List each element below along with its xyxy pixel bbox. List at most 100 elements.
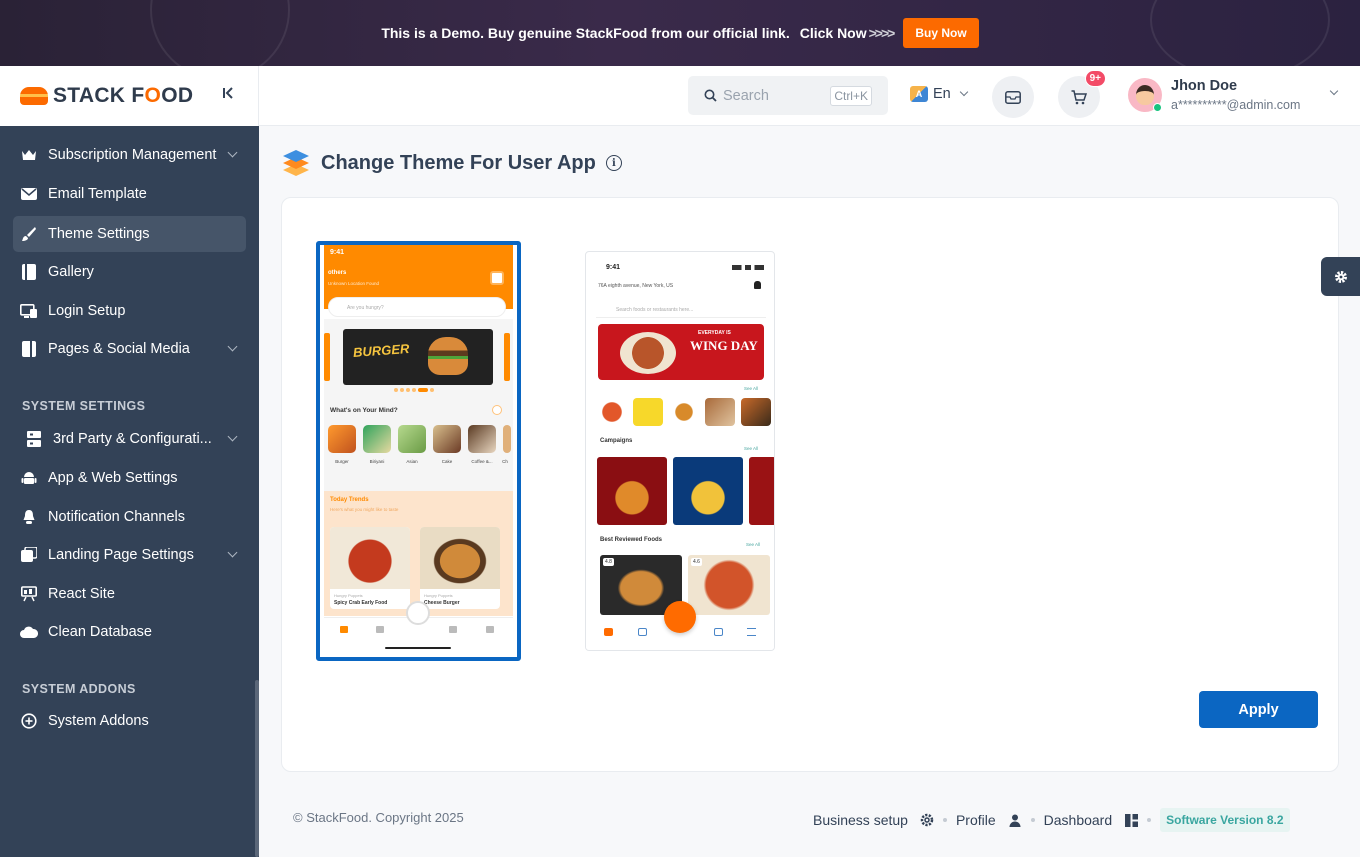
sidebar-item-label: React Site [48,586,115,602]
footer-dashboard[interactable]: Dashboard [1044,812,1113,828]
theme1-cart-fab [406,601,430,625]
theme-option-1[interactable]: 9:41 others Unknown Location Found Are y… [316,241,521,661]
avatar[interactable] [1128,78,1162,112]
theme1-food-card: Hungry Puppets Cheese Burger [420,527,500,609]
cart-button[interactable]: 9+ [1058,70,1106,118]
status-bar-icons [732,265,764,270]
user-name[interactable]: Jhon Doe [1171,78,1237,94]
bell-icon [20,508,38,526]
message-icon [1005,90,1021,104]
apply-button[interactable]: Apply [1199,691,1318,728]
theme2-banner: EVERYDAY IS WING DAY [598,324,764,380]
sidebar-item-landing-page-settings[interactable]: Landing Page Settings [13,537,246,573]
logo-bar: STACK FOOD [0,66,259,126]
sidebar-item-clean-database[interactable]: Clean Database [13,614,246,650]
section-system-settings: SYSTEM SETTINGS [22,399,146,413]
banner-click-now[interactable]: Click Now [800,25,867,41]
sidebar-item-login-setup[interactable]: Login Setup [13,293,246,329]
theme2-best-title: Best Reviewed Foods [600,537,663,543]
messages-button[interactable] [992,76,1034,118]
page-header: Change Theme For User App i [281,148,622,178]
sidebar-item-label: System Addons [48,713,149,729]
top-header: Search Ctrl+K A En 9+ Jhon Doe a********… [259,66,1360,126]
settings-panel-toggle[interactable] [1321,257,1360,296]
theme1-food-name: Cheese Burger [424,600,460,606]
theme1-trends-title: Today Trends [330,497,369,503]
theme2-category-image [597,398,627,426]
theme1-search: Are you hungry? [328,297,506,317]
sidebar-collapse-icon[interactable] [222,86,236,105]
banner-arrows: >>>> [868,25,896,41]
home-icon [604,628,613,636]
theme2-banner-title: WING DAY [690,338,758,353]
theme1-category-image [328,425,356,453]
sidebar-item-label: Login Setup [48,303,126,319]
theme1-food-card: Hungry Puppets Spicy Crab Early Food [330,527,410,609]
buy-now-button[interactable]: Buy Now [903,18,979,48]
copyright: © StackFood. Copyright 2025 [293,810,464,825]
theme2-campaigns-title: Campaigns [600,438,633,444]
sidebar-item-gallery[interactable]: Gallery [13,254,246,290]
sidebar-item-label: Notification Channels [48,509,186,525]
sidebar-item-notification-channels[interactable]: Notification Channels [13,499,246,535]
theme2-cart-fab [664,601,696,633]
theme1-category-image [503,425,511,453]
avatar-face-icon [1136,85,1154,105]
theme2-category-image [669,398,699,426]
footer-business-setup[interactable]: Business setup [813,812,908,828]
layers-stack-icon [281,148,311,178]
footer-separator [1030,818,1035,822]
sidebar-item-app-web-settings[interactable]: App & Web Settings [13,460,246,496]
theme2-campaign-card [749,457,774,525]
sidebar-item-3rd-party[interactable]: 3rd Party & Configurati... [13,421,246,457]
chevron-down-icon [227,547,238,558]
sidebar-scrollbar[interactable] [255,680,259,857]
brush-icon [20,225,38,243]
sidebar-item-label: Gallery [48,264,94,280]
theme2-bell-icon [754,281,761,289]
sidebar-item-label: Landing Page Settings [48,547,194,563]
sidebar-item-subscription-management[interactable]: Subscription Management [13,137,246,173]
sidebar-item-pages-social-media[interactable]: Pages & Social Media [13,331,246,367]
banner-decoration [150,0,290,66]
server-icon [25,430,43,448]
theme1-banner-edge [504,333,510,381]
software-version-badge: Software Version 8.2 [1160,808,1290,832]
book-icon [20,340,38,358]
user-menu-chevron-icon[interactable] [1329,86,1339,96]
menu-icon [486,626,494,633]
heart-icon [638,628,647,636]
sidebar-item-theme-settings[interactable]: Theme Settings [13,216,246,252]
mail-icon [20,185,38,203]
dashboard-icon[interactable] [1124,813,1138,827]
user-icon[interactable] [1008,813,1022,827]
cart-icon [1071,89,1087,105]
sidebar: STACK FOOD Subscription Management Email… [0,66,259,857]
home-icon [340,626,348,633]
theme2-rating: 4.8 [603,558,614,566]
chevron-down-icon [227,431,238,442]
sidebar-item-label: App & Web Settings [48,470,178,486]
sidebar-item-email-template[interactable]: Email Template [13,176,246,212]
theme1-category-label: Cake [441,459,453,464]
theme1-time: 9:41 [330,249,345,256]
theme-option-2[interactable]: 9:41 76A eighth avenue, New York, US Sea… [585,251,775,651]
plus-circle-icon [20,712,38,730]
brand-logo[interactable]: STACK FOOD [53,84,193,108]
theme1-location-sub: Unknown Location Found [328,281,380,286]
theme2-banner-small: EVERYDAY IS [698,330,731,336]
theme1-category-label: Ch [502,459,508,464]
footer-separator [942,818,947,822]
search-input[interactable]: Search Ctrl+K [688,76,888,115]
gear-icon[interactable] [920,813,934,827]
theme1-food-restaurant: Hungry Puppets [334,593,363,598]
info-icon[interactable]: i [605,155,622,171]
wings-image [620,332,676,374]
sidebar-item-label: Theme Settings [48,226,150,242]
language-selector[interactable]: A En [910,86,968,102]
sidebar-item-react-site[interactable]: React Site [13,576,246,612]
sidebar-item-system-addons[interactable]: System Addons [13,703,246,739]
presentation-icon [20,585,38,603]
theme1-banner-text: BURGER [352,341,410,360]
footer-profile[interactable]: Profile [956,812,996,828]
